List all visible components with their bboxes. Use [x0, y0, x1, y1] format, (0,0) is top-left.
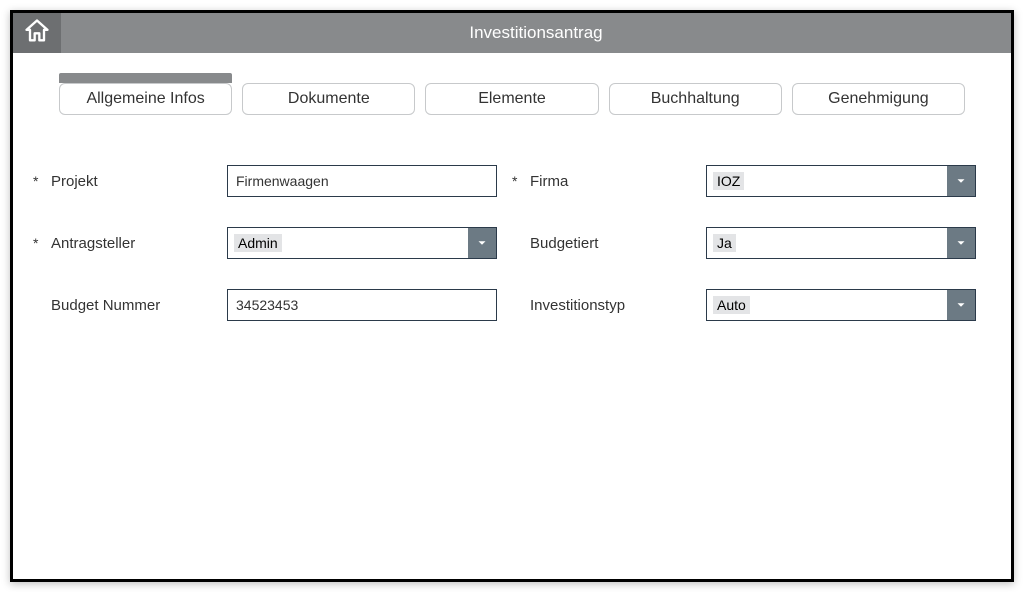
app-frame: Investitionsantrag Allgemeine Infos Doku…: [10, 10, 1014, 582]
antragsteller-select[interactable]: Admin: [227, 227, 497, 259]
budgetiert-value: Ja: [707, 228, 947, 258]
required-mark: *: [33, 235, 47, 251]
required-mark: *: [512, 173, 526, 189]
home-button[interactable]: [13, 13, 61, 53]
tab-allgemeine-infos[interactable]: Allgemeine Infos: [59, 83, 232, 115]
chevron-down-icon: [947, 290, 975, 320]
budgetiert-label: Budgetiert: [526, 235, 706, 252]
tab-bar: Allgemeine Infos Dokumente Elemente Buch…: [13, 53, 1011, 125]
firma-value-chip: IOZ: [713, 172, 744, 190]
tab-label: Allgemeine Infos: [86, 90, 204, 107]
investitionstyp-label: Investitionstyp: [526, 297, 706, 314]
required-mark: *: [33, 173, 47, 189]
tab-genehmigung[interactable]: Genehmigung: [792, 83, 965, 115]
investitionstyp-control: Auto: [706, 289, 976, 321]
tab-label: Elemente: [478, 90, 546, 107]
field-projekt: * Projekt: [33, 165, 512, 197]
form-row: * Antragsteller Admin Budgetiert Ja: [33, 227, 991, 259]
investitionstyp-value-chip: Auto: [713, 296, 750, 314]
tab-dokumente[interactable]: Dokumente: [242, 83, 415, 115]
budgetiert-select[interactable]: Ja: [706, 227, 976, 259]
budgetiert-value-chip: Ja: [713, 234, 736, 252]
antragsteller-value-chip: Admin: [234, 234, 282, 252]
projekt-label: Projekt: [47, 173, 227, 190]
form-row: Budget Nummer Investitionstyp Auto: [33, 289, 991, 321]
firma-control: IOZ: [706, 165, 976, 197]
tab-label: Dokumente: [288, 90, 370, 107]
tab-elemente[interactable]: Elemente: [425, 83, 598, 115]
field-budget-nummer: Budget Nummer: [33, 289, 512, 321]
firma-select[interactable]: IOZ: [706, 165, 976, 197]
antragsteller-control: Admin: [227, 227, 497, 259]
projekt-input[interactable]: [227, 165, 497, 197]
antragsteller-label: Antragsteller: [47, 235, 227, 252]
investitionstyp-select[interactable]: Auto: [706, 289, 976, 321]
tab-label: Buchhaltung: [651, 90, 740, 107]
projekt-control: [227, 165, 497, 197]
app-header: Investitionsantrag: [13, 13, 1011, 53]
chevron-down-icon: [947, 166, 975, 196]
home-icon: [23, 17, 51, 50]
page-title: Investitionsantrag: [61, 13, 1011, 53]
chevron-down-icon: [468, 228, 496, 258]
budget-nummer-label: Budget Nummer: [47, 297, 227, 314]
antragsteller-value: Admin: [228, 228, 468, 258]
investitionstyp-value: Auto: [707, 290, 947, 320]
budget-nummer-control: [227, 289, 497, 321]
tab-label: Genehmigung: [828, 90, 929, 107]
field-firma: * Firma IOZ: [512, 165, 991, 197]
tab-buchhaltung[interactable]: Buchhaltung: [609, 83, 782, 115]
chevron-down-icon: [947, 228, 975, 258]
budgetiert-control: Ja: [706, 227, 976, 259]
field-antragsteller: * Antragsteller Admin: [33, 227, 512, 259]
form-row: * Projekt * Firma IOZ: [33, 165, 991, 197]
field-budgetiert: Budgetiert Ja: [512, 227, 991, 259]
firma-label: Firma: [526, 173, 706, 190]
field-investitionstyp: Investitionstyp Auto: [512, 289, 991, 321]
budget-nummer-input[interactable]: [227, 289, 497, 321]
firma-value: IOZ: [707, 166, 947, 196]
form-area: * Projekt * Firma IOZ * Ant: [13, 125, 1011, 321]
